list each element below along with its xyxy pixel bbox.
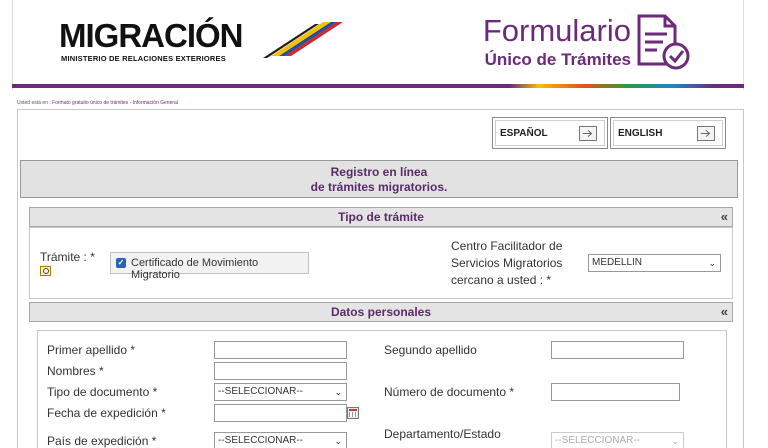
collapse-icon[interactable]: « (721, 304, 728, 319)
language-spanish-label: ESPAÑOL (500, 128, 548, 139)
flag-stripes-icon (263, 22, 343, 58)
pais-expedicion-label: País de expedición * (47, 434, 157, 448)
tipo-documento-select[interactable]: --SELECCIONAR-- ⌄ (214, 383, 347, 401)
collapse-icon[interactable]: « (721, 209, 728, 224)
centro-label-line1: Centro Facilitador de (451, 239, 563, 253)
nombres-input[interactable] (214, 362, 347, 380)
arrow-right-icon (579, 126, 597, 141)
segundo-apellido-label: Segundo apellido (384, 343, 477, 357)
breadcrumb-path[interactable]: Formato gratuito único de trámites - Inf… (52, 100, 178, 106)
tipo-documento-value: --SELECCIONAR-- (218, 386, 304, 397)
chevron-down-icon: ⌄ (334, 387, 342, 397)
section-title-datos-personales: Datos personales (330, 305, 432, 319)
primer-apellido-label: Primer apellido * (47, 343, 136, 357)
chevron-down-icon: ⌄ (708, 258, 716, 268)
arrow-right-icon (697, 126, 715, 141)
fecha-expedicion-label: Fecha de expedición * (47, 406, 166, 420)
banner-line1: Registro en línea (330, 165, 428, 179)
logo-word: MIGRACIÓN (59, 17, 243, 54)
section-header-datos-personales[interactable]: Datos personales « (29, 302, 733, 322)
banner-line2: de trámites migratorios. (310, 180, 448, 194)
centro-label-line3: cercano a usted : * (451, 273, 552, 287)
form-title-line1: Formulario (482, 13, 631, 48)
centro-select[interactable]: MEDELLIN ⌄ (588, 254, 721, 272)
numero-documento-label: Número de documento * (384, 385, 515, 399)
chevron-down-icon: ⌄ (671, 436, 679, 446)
numero-documento-input[interactable] (551, 383, 680, 401)
search-icon[interactable] (40, 266, 51, 276)
pais-expedicion-value: --SELECCIONAR-- (218, 435, 304, 446)
language-english-button[interactable]: ENGLISH (610, 117, 726, 149)
language-english-label: ENGLISH (618, 128, 663, 139)
departamento-label: Departamento/Estado (384, 427, 501, 441)
migracion-logo: MIGRACIÓN MINISTERIO DE RELACIONES EXTER… (59, 16, 343, 72)
section-header-tipo-tramite[interactable]: Tipo de trámite « (29, 207, 733, 227)
tramite-option-certificado[interactable]: ✓ Certificado de Movimiento Migratorio (110, 252, 309, 281)
form-title: Formulario Único de Trámites (461, 14, 631, 70)
section-title-tipo-tramite: Tipo de trámite (338, 210, 424, 224)
tramite-option-label: Certificado de Movimiento Migratorio (131, 257, 259, 281)
breadcrumb-prefix: Usted está en : (17, 100, 53, 106)
form-document-icon (637, 14, 690, 70)
language-spanish-button[interactable]: ESPAÑOL (492, 117, 608, 149)
form-title-line2: Único de Trámites (484, 50, 631, 69)
centro-label-line2: Servicios Migratorios (451, 256, 563, 270)
fecha-expedicion-input[interactable] (214, 404, 347, 422)
centro-select-value: MEDELLIN (592, 257, 643, 268)
site-header: MIGRACIÓN MINISTERIO DE RELACIONES EXTER… (12, 0, 744, 90)
header-color-bar (12, 84, 744, 88)
page: MIGRACIÓN MINISTERIO DE RELACIONES EXTER… (0, 0, 768, 448)
segundo-apellido-input[interactable] (551, 341, 684, 359)
registration-banner: Registro en línea de trámites migratorio… (20, 160, 738, 198)
breadcrumb: Usted está en : Formato gratuito único d… (17, 100, 178, 106)
nombres-label: Nombres * (47, 364, 104, 378)
primer-apellido-input[interactable] (214, 341, 347, 359)
pais-expedicion-select[interactable]: --SELECCIONAR-- ⌄ (214, 432, 347, 448)
logo-subtitle: MINISTERIO DE RELACIONES EXTERIORES (61, 54, 226, 63)
checkbox-checked-icon[interactable]: ✓ (116, 258, 126, 268)
departamento-value: --SELECCIONAR-- (555, 435, 641, 446)
tramite-label: Trámite : * (40, 250, 95, 264)
tipo-documento-label: Tipo de documento * (47, 385, 158, 399)
departamento-select[interactable]: --SELECCIONAR-- ⌄ (551, 432, 684, 448)
chevron-down-icon: ⌄ (334, 436, 342, 446)
calendar-icon[interactable] (347, 407, 359, 419)
